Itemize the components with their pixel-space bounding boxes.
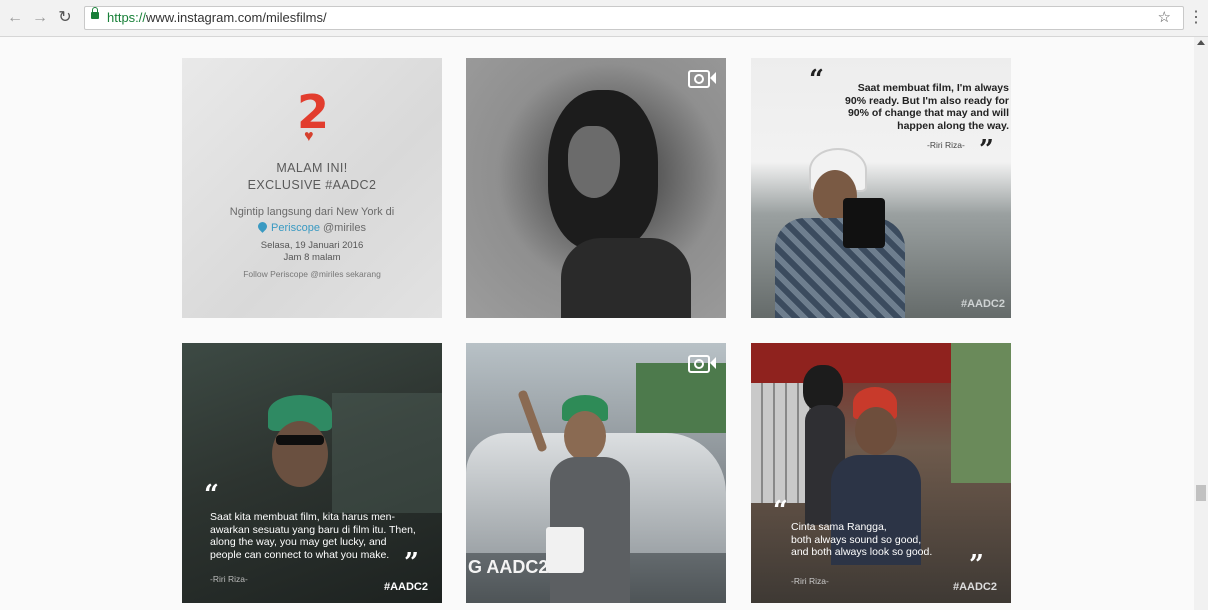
person-face <box>564 411 606 461</box>
post-tile-6[interactable]: “ Cinta sama Rangga, both always sound so… <box>751 343 1011 603</box>
post-hashtag: #AADC2 <box>960 298 1005 310</box>
open-quote-icon: “ <box>204 480 219 510</box>
portrait-shoulders <box>561 238 691 318</box>
post-tile-1[interactable]: 2 ♥ MALAM INI! EXCLUSIVE #AADC2 Ngintip l… <box>182 58 442 318</box>
post-footer: Follow Periscope @miriles sekarang <box>243 269 381 279</box>
glasses <box>276 435 324 445</box>
video-camera-icon <box>688 355 710 373</box>
location-pin-icon <box>256 220 269 233</box>
open-quote-icon: “ <box>773 496 788 526</box>
post-tile-4[interactable]: “ Saat kita membuat film, kita harus men… <box>182 343 442 603</box>
post-tile-5[interactable]: G AADC2 <box>466 343 726 603</box>
heart-icon: ♥ <box>304 128 314 145</box>
script-paper <box>546 527 584 573</box>
video-camera-icon-lens <box>710 72 716 84</box>
periscope-line: Periscope @miriles <box>182 220 442 234</box>
green-wall <box>951 343 1011 483</box>
scroll-up-arrow-icon[interactable] <box>1197 40 1205 45</box>
video-camera-icon <box>688 70 710 88</box>
post-line: Ngintip langsung dari New York di <box>229 206 395 218</box>
scrollbar-thumb[interactable] <box>1196 485 1206 501</box>
arrow-left-icon[interactable]: ← <box>6 9 24 27</box>
browser-toolbar: ← → ↻ https://www.instagram.com/milesfil… <box>0 0 1208 37</box>
arrow-right-icon[interactable]: → <box>31 9 49 27</box>
kebab-menu-icon[interactable]: ⋮ <box>1188 9 1204 27</box>
clapperboard <box>843 198 885 248</box>
close-quote-icon: ” <box>404 548 419 578</box>
person-face <box>272 421 328 487</box>
window-grid <box>751 383 811 503</box>
lock-icon <box>91 7 99 19</box>
person-face <box>855 407 897 455</box>
slate-text: G AADC2 <box>468 557 549 577</box>
close-quote-icon: ” <box>969 550 984 580</box>
url-text[interactable]: https://www.instagram.com/milesfilms/ <box>107 10 327 25</box>
green-truck <box>636 363 726 433</box>
quote-credit: -Riri Riza- <box>791 576 829 586</box>
background-blur <box>332 393 442 513</box>
star-icon[interactable]: ☆ <box>1158 8 1171 26</box>
reload-icon[interactable]: ↻ <box>56 9 74 27</box>
post-headline: MALAM INI! EXCLUSIVE #AADC2 <box>247 161 377 192</box>
quote-credit: -Riri Riza- <box>927 140 965 150</box>
close-quote-icon: ” <box>979 135 994 165</box>
post-hashtag: #AADC2 <box>952 581 997 593</box>
quote-credit: -Riri Riza- <box>210 574 248 584</box>
portrait-face <box>568 126 620 198</box>
post-tile-3[interactable]: “ Saat membuat film, I'm always 90% ready… <box>751 58 1011 318</box>
video-camera-icon-lens <box>710 357 716 369</box>
event-date: Selasa, 19 Januari 2016 Jam 8 malam <box>260 240 364 263</box>
post-quote: Saat membuat film, I'm always 90% ready. … <box>845 82 1009 132</box>
post-hashtag: #AADC2 <box>383 581 428 593</box>
vertical-scrollbar[interactable] <box>1194 37 1208 610</box>
address-bar[interactable]: https://www.instagram.com/milesfilms/ ☆ <box>84 6 1184 30</box>
plaid-shirt <box>775 218 905 318</box>
post-tile-2[interactable] <box>466 58 726 318</box>
